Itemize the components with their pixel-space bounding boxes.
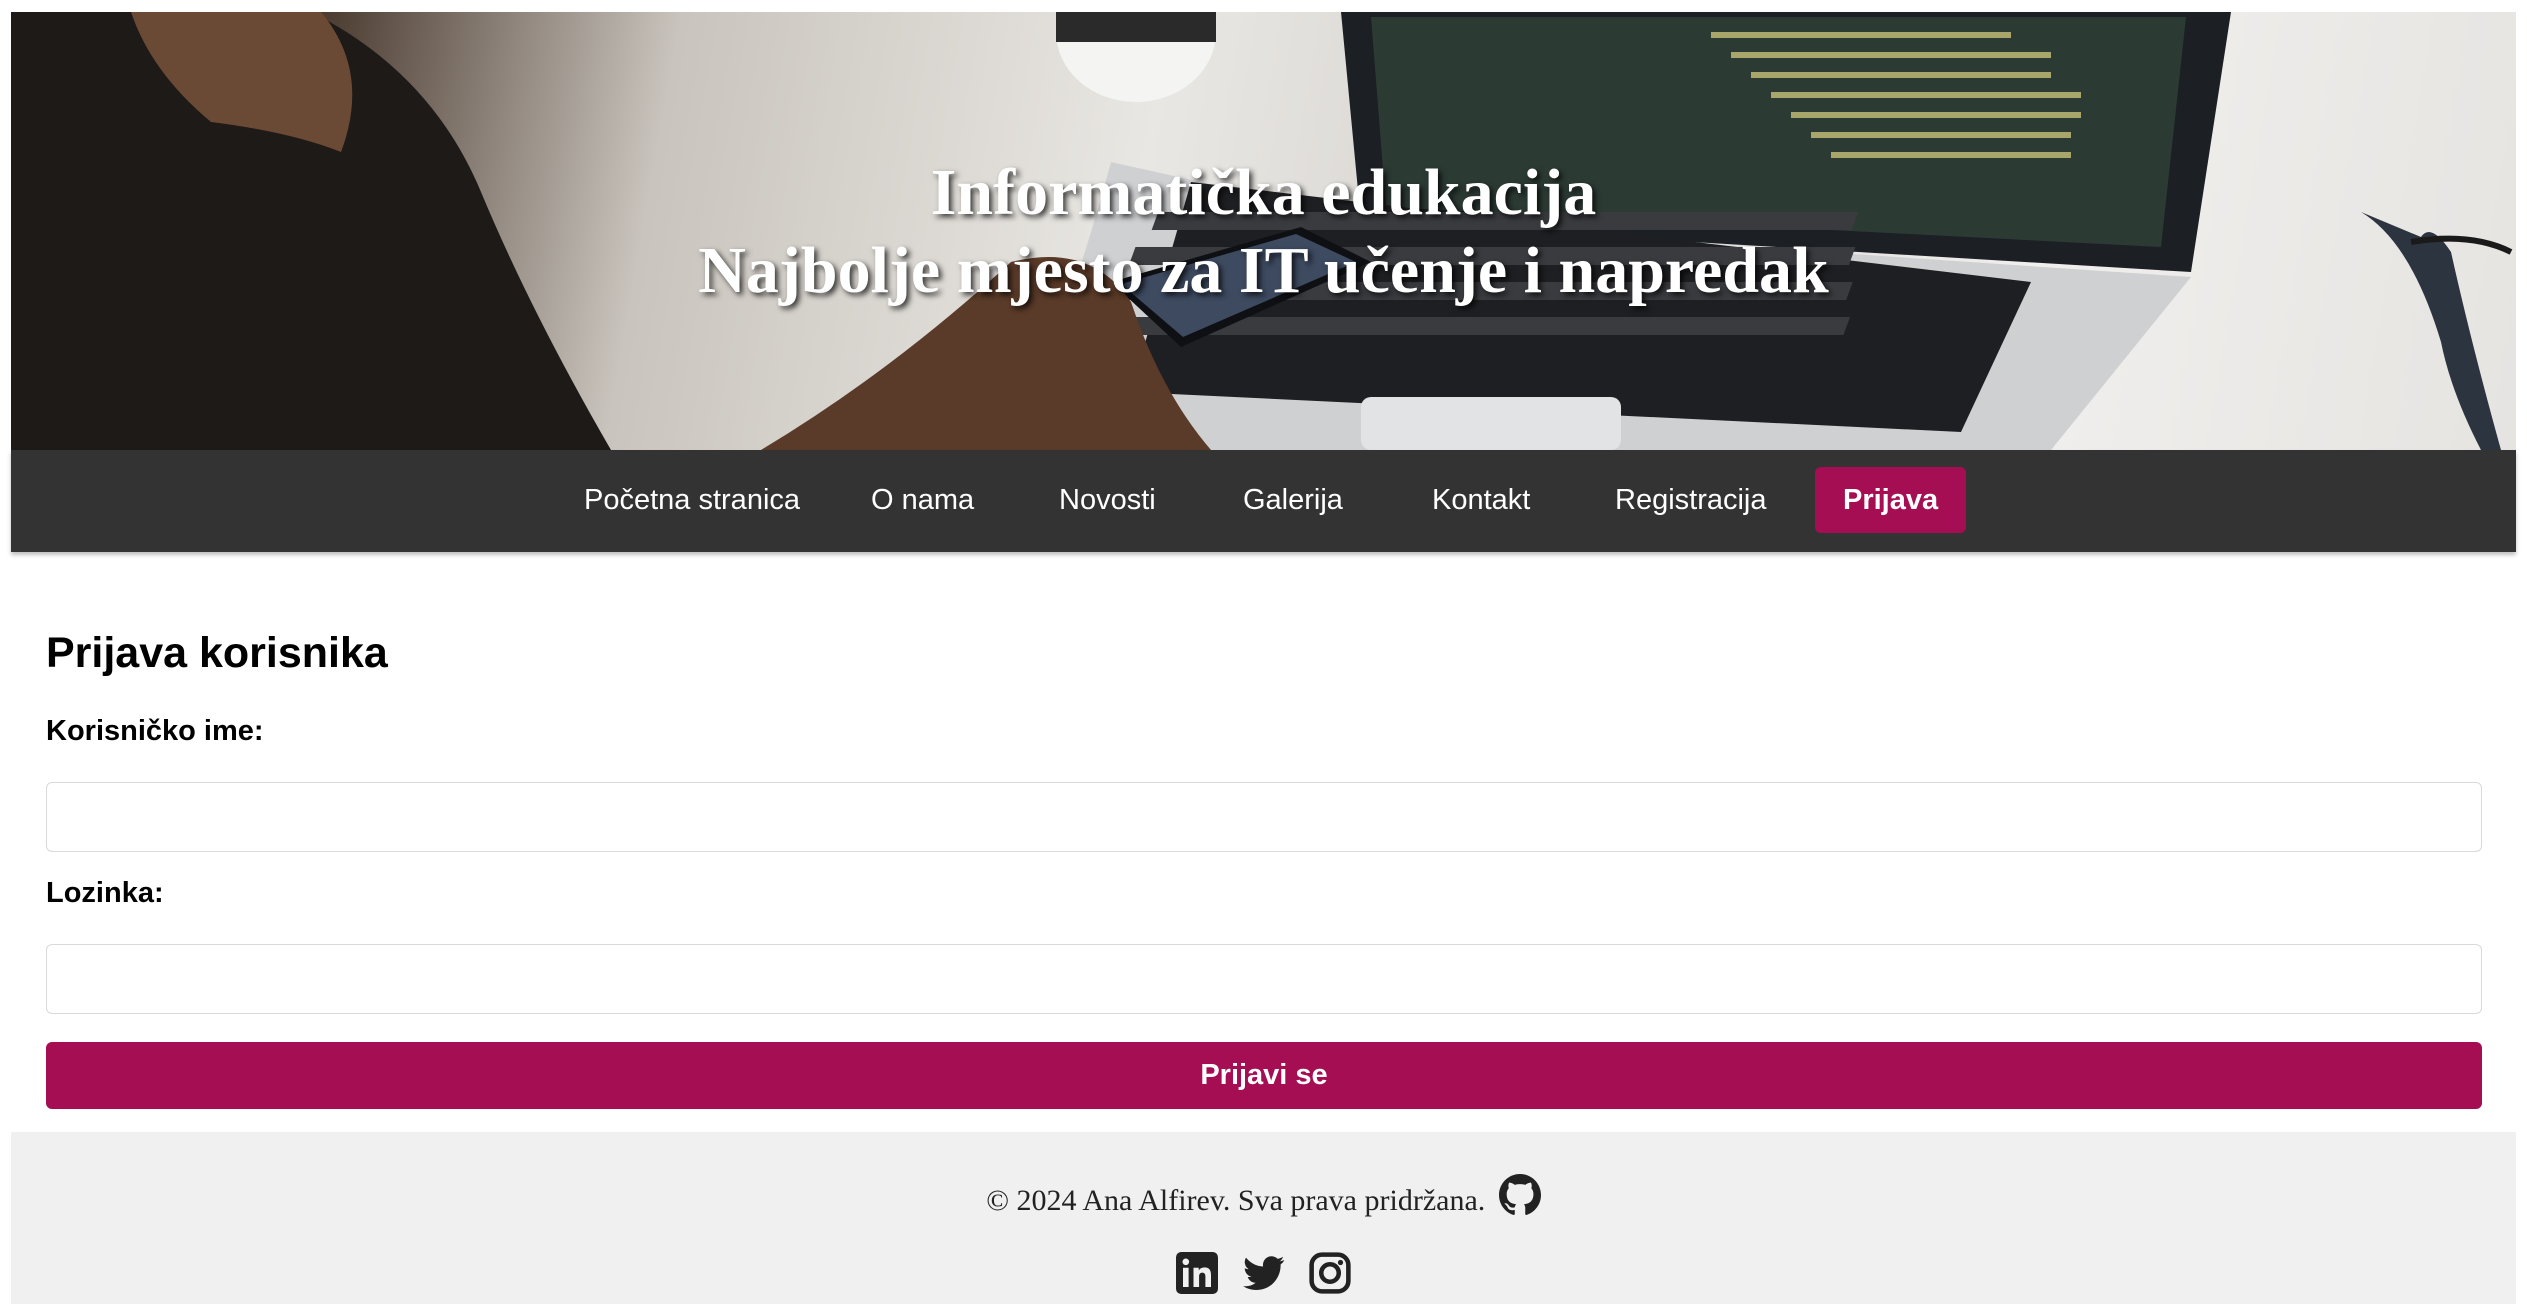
instagram-icon[interactable] [1309,1252,1351,1294]
footer: © 2024 Ana Alfirev. Sva prava pridržana. [11,1132,2516,1304]
hero-title-line1: Informatička edukacija [930,156,1597,229]
twitter-icon[interactable] [1242,1252,1285,1294]
form-title: Prijava korisnika [46,629,388,677]
password-input[interactable] [46,944,2482,1014]
nav-item-prijava[interactable]: Prijava [1815,467,1967,533]
nav-item-novosti[interactable]: Novosti [1031,467,1184,533]
nav-item-pocetna[interactable]: Početna stranica [556,467,828,533]
linkedin-icon[interactable] [1176,1252,1219,1294]
password-label: Lozinka: [46,877,164,909]
nav-item-o-nama[interactable]: O nama [843,467,1002,533]
hero-title-line2: Najbolje mjesto za IT učenje i napredak [698,234,1829,307]
nav-item-kontakt[interactable]: Kontakt [1404,467,1558,533]
copyright-row: © 2024 Ana Alfirev. Sva prava pridržana. [11,1174,2516,1218]
nav-item-galerija[interactable]: Galerija [1215,467,1371,533]
username-input[interactable] [46,782,2482,852]
github-icon[interactable] [1498,1174,1541,1216]
page: Informatička edukacija Najbolje mjesto z… [11,12,2516,1304]
username-label: Korisničko ime: [46,715,264,747]
nav-item-registracija[interactable]: Registracija [1587,467,1795,533]
hero-banner: Informatička edukacija Najbolje mjesto z… [11,12,2516,450]
social-links [11,1252,2516,1294]
copyright-text: © 2024 Ana Alfirev. Sva prava pridržana. [986,1184,1486,1217]
main-navigation: Početna stranica O nama Novosti Galerija… [11,450,2516,552]
login-submit-button[interactable]: Prijavi se [46,1042,2482,1109]
